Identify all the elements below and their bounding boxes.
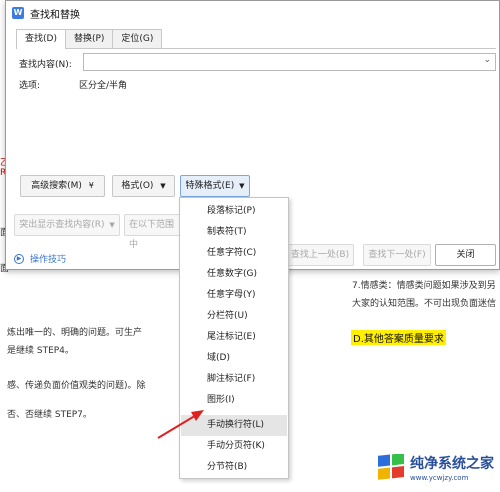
menu-item-endnote-mark[interactable]: 尾注标记(E) xyxy=(181,327,287,348)
find-input[interactable]: ⌄ xyxy=(83,53,496,71)
tab-replace[interactable]: 替换(P) xyxy=(64,29,114,48)
menu-item-footnote-mark[interactable]: 脚注标记(F) xyxy=(181,369,287,390)
menu-item-field[interactable]: 域(D) xyxy=(181,348,287,369)
doc-text: 感、传递负面价值观类的问题)。除 xyxy=(7,381,146,391)
doc-highlight: D.其他答案质量要求 xyxy=(351,330,446,345)
caret-down-icon: ▼ xyxy=(160,182,166,190)
wps-app-icon: W xyxy=(12,7,24,19)
tips-label: 操作技巧 xyxy=(30,255,67,265)
dialog-titlebar[interactable]: W 查找和替换 xyxy=(6,1,499,25)
menu-item-column-break[interactable]: 分栏符(U) xyxy=(181,306,287,327)
tab-goto[interactable]: 定位(G) xyxy=(112,29,163,48)
red-arrow-icon xyxy=(157,410,204,439)
watermark: 纯净系统之家 www.ycwjzy.com xyxy=(376,453,494,482)
options-label: 选项: xyxy=(19,81,41,91)
menu-item-any-digit[interactable]: 任意数字(G) xyxy=(181,264,287,285)
find-in-label: 在以下范围中 xyxy=(129,220,175,250)
windows-logo-icon xyxy=(378,453,404,480)
tab-find[interactable]: 查找(D) xyxy=(16,29,66,49)
doc-text: 炼出唯一的、明确的问题。可生产 xyxy=(7,328,143,338)
tips-link[interactable]: ▶ 操作技巧 xyxy=(14,252,66,265)
caret-down-icon: ▼ xyxy=(239,182,245,190)
doc-text: 大家的认知范围。不可出现负面迷信 xyxy=(352,299,497,309)
find-in-button[interactable]: 在以下范围中 xyxy=(124,214,182,250)
menu-item-tab[interactable]: 制表符(T) xyxy=(181,222,287,243)
find-next-button[interactable]: 查找下一处(F) xyxy=(363,244,431,266)
dialog-title: 查找和替换 xyxy=(30,9,80,21)
play-circle-icon: ▶ xyxy=(14,253,24,264)
highlight-label: 突出显示查找内容(R) xyxy=(19,220,105,230)
close-button[interactable]: 关闭 xyxy=(435,244,496,266)
doc-text: 否、否继续 STEP7。 xyxy=(7,410,92,420)
find-prev-button[interactable]: 查找上一处(B) xyxy=(286,244,354,266)
doc-text: 7.情感类：情感类问题如果涉及到另 xyxy=(352,281,496,291)
menu-item-any-char[interactable]: 任意字符(C) xyxy=(181,243,287,264)
chevron-down-icon[interactable]: ⌄ xyxy=(483,55,491,65)
dialog-tabs: 查找(D) 替换(P) 定位(G) xyxy=(16,29,163,49)
caret-down-icon: ▼ xyxy=(109,221,115,229)
highlight-button[interactable]: 突出显示查找内容(R) ▼ xyxy=(14,214,120,236)
menu-item-paragraph-mark[interactable]: 段落标记(P) xyxy=(181,201,287,222)
find-label: 查找内容(N): xyxy=(19,60,72,70)
advanced-search-label: 高级搜索(M) xyxy=(31,181,82,191)
format-button[interactable]: 格式(O) ▼ xyxy=(112,175,175,197)
special-format-label: 特殊格式(E) xyxy=(185,181,235,191)
advanced-search-button[interactable]: 高级搜索(M) ¥ xyxy=(20,175,105,197)
doc-text: 是继续 STEP4。 xyxy=(7,346,74,356)
watermark-title: 纯净系统之家 xyxy=(410,456,494,472)
special-format-button[interactable]: 特殊格式(E) ▼ xyxy=(180,175,250,197)
options-value: 区分全/半角 xyxy=(79,81,128,91)
double-chevron-icon: ¥ xyxy=(88,181,94,190)
format-label: 格式(O) xyxy=(121,181,154,191)
menu-item-section-break[interactable]: 分节符(B) xyxy=(181,457,287,478)
menu-item-any-letter[interactable]: 任意字母(Y) xyxy=(181,285,287,306)
watermark-url: www.ycwjzy.com xyxy=(410,474,469,482)
